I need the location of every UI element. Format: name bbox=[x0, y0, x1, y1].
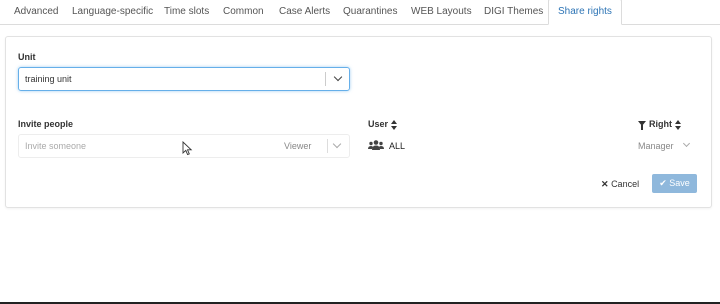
cancel-button[interactable]: ✕ Cancel bbox=[595, 174, 646, 194]
save-button[interactable]: ✔ Save bbox=[652, 174, 697, 193]
tab-bar: Advanced Language-specific Time slots Co… bbox=[0, 0, 720, 25]
filter-icon[interactable] bbox=[638, 121, 646, 131]
right-header-label: Right bbox=[649, 119, 672, 129]
tab-web-layouts[interactable]: WEB Layouts bbox=[411, 0, 472, 24]
tab-digi-themes[interactable]: DIGI Themes bbox=[484, 0, 543, 24]
tab-time-slots[interactable]: Time slots bbox=[164, 0, 209, 24]
user-header-label: User bbox=[368, 119, 389, 129]
unit-select[interactable]: training unit bbox=[18, 67, 350, 91]
user-all: ALL bbox=[389, 141, 406, 151]
save-label: Save bbox=[669, 178, 690, 188]
tab-common[interactable]: Common bbox=[223, 0, 264, 24]
invite-role-select[interactable]: Viewer bbox=[284, 135, 311, 157]
unit-select-value: training unit bbox=[25, 74, 72, 84]
chevron-down-icon[interactable] bbox=[333, 72, 343, 82]
cancel-label: Cancel bbox=[611, 179, 640, 189]
chevron-down-icon[interactable] bbox=[682, 139, 691, 148]
tab-case-alerts[interactable]: Case Alerts bbox=[279, 0, 330, 24]
users-icon bbox=[368, 140, 384, 150]
right-select-value[interactable]: Manager bbox=[638, 141, 674, 151]
invite-people-label: Invite people bbox=[18, 119, 74, 129]
tab-language-specific[interactable]: Language-specific bbox=[72, 0, 153, 24]
chevron-down-icon[interactable] bbox=[332, 139, 342, 149]
select-divider bbox=[325, 72, 326, 86]
select-divider bbox=[327, 139, 328, 153]
share-rights-panel: Unit training unit Invite people Viewer … bbox=[5, 36, 712, 208]
sort-icon bbox=[391, 119, 398, 130]
close-icon: ✕ bbox=[601, 179, 609, 189]
unit-label: Unit bbox=[18, 52, 36, 62]
invite-input[interactable] bbox=[25, 138, 265, 154]
tab-advanced[interactable]: Advanced bbox=[14, 0, 58, 24]
check-icon: ✔ bbox=[659, 178, 667, 188]
right-column-header[interactable]: Right bbox=[638, 119, 681, 131]
tab-quarantines[interactable]: Quarantines bbox=[343, 0, 397, 24]
user-column-header[interactable]: User bbox=[368, 119, 398, 130]
tab-share-rights[interactable]: Share rights bbox=[548, 0, 622, 25]
mouse-cursor-icon bbox=[182, 141, 193, 156]
sort-icon bbox=[675, 119, 681, 130]
